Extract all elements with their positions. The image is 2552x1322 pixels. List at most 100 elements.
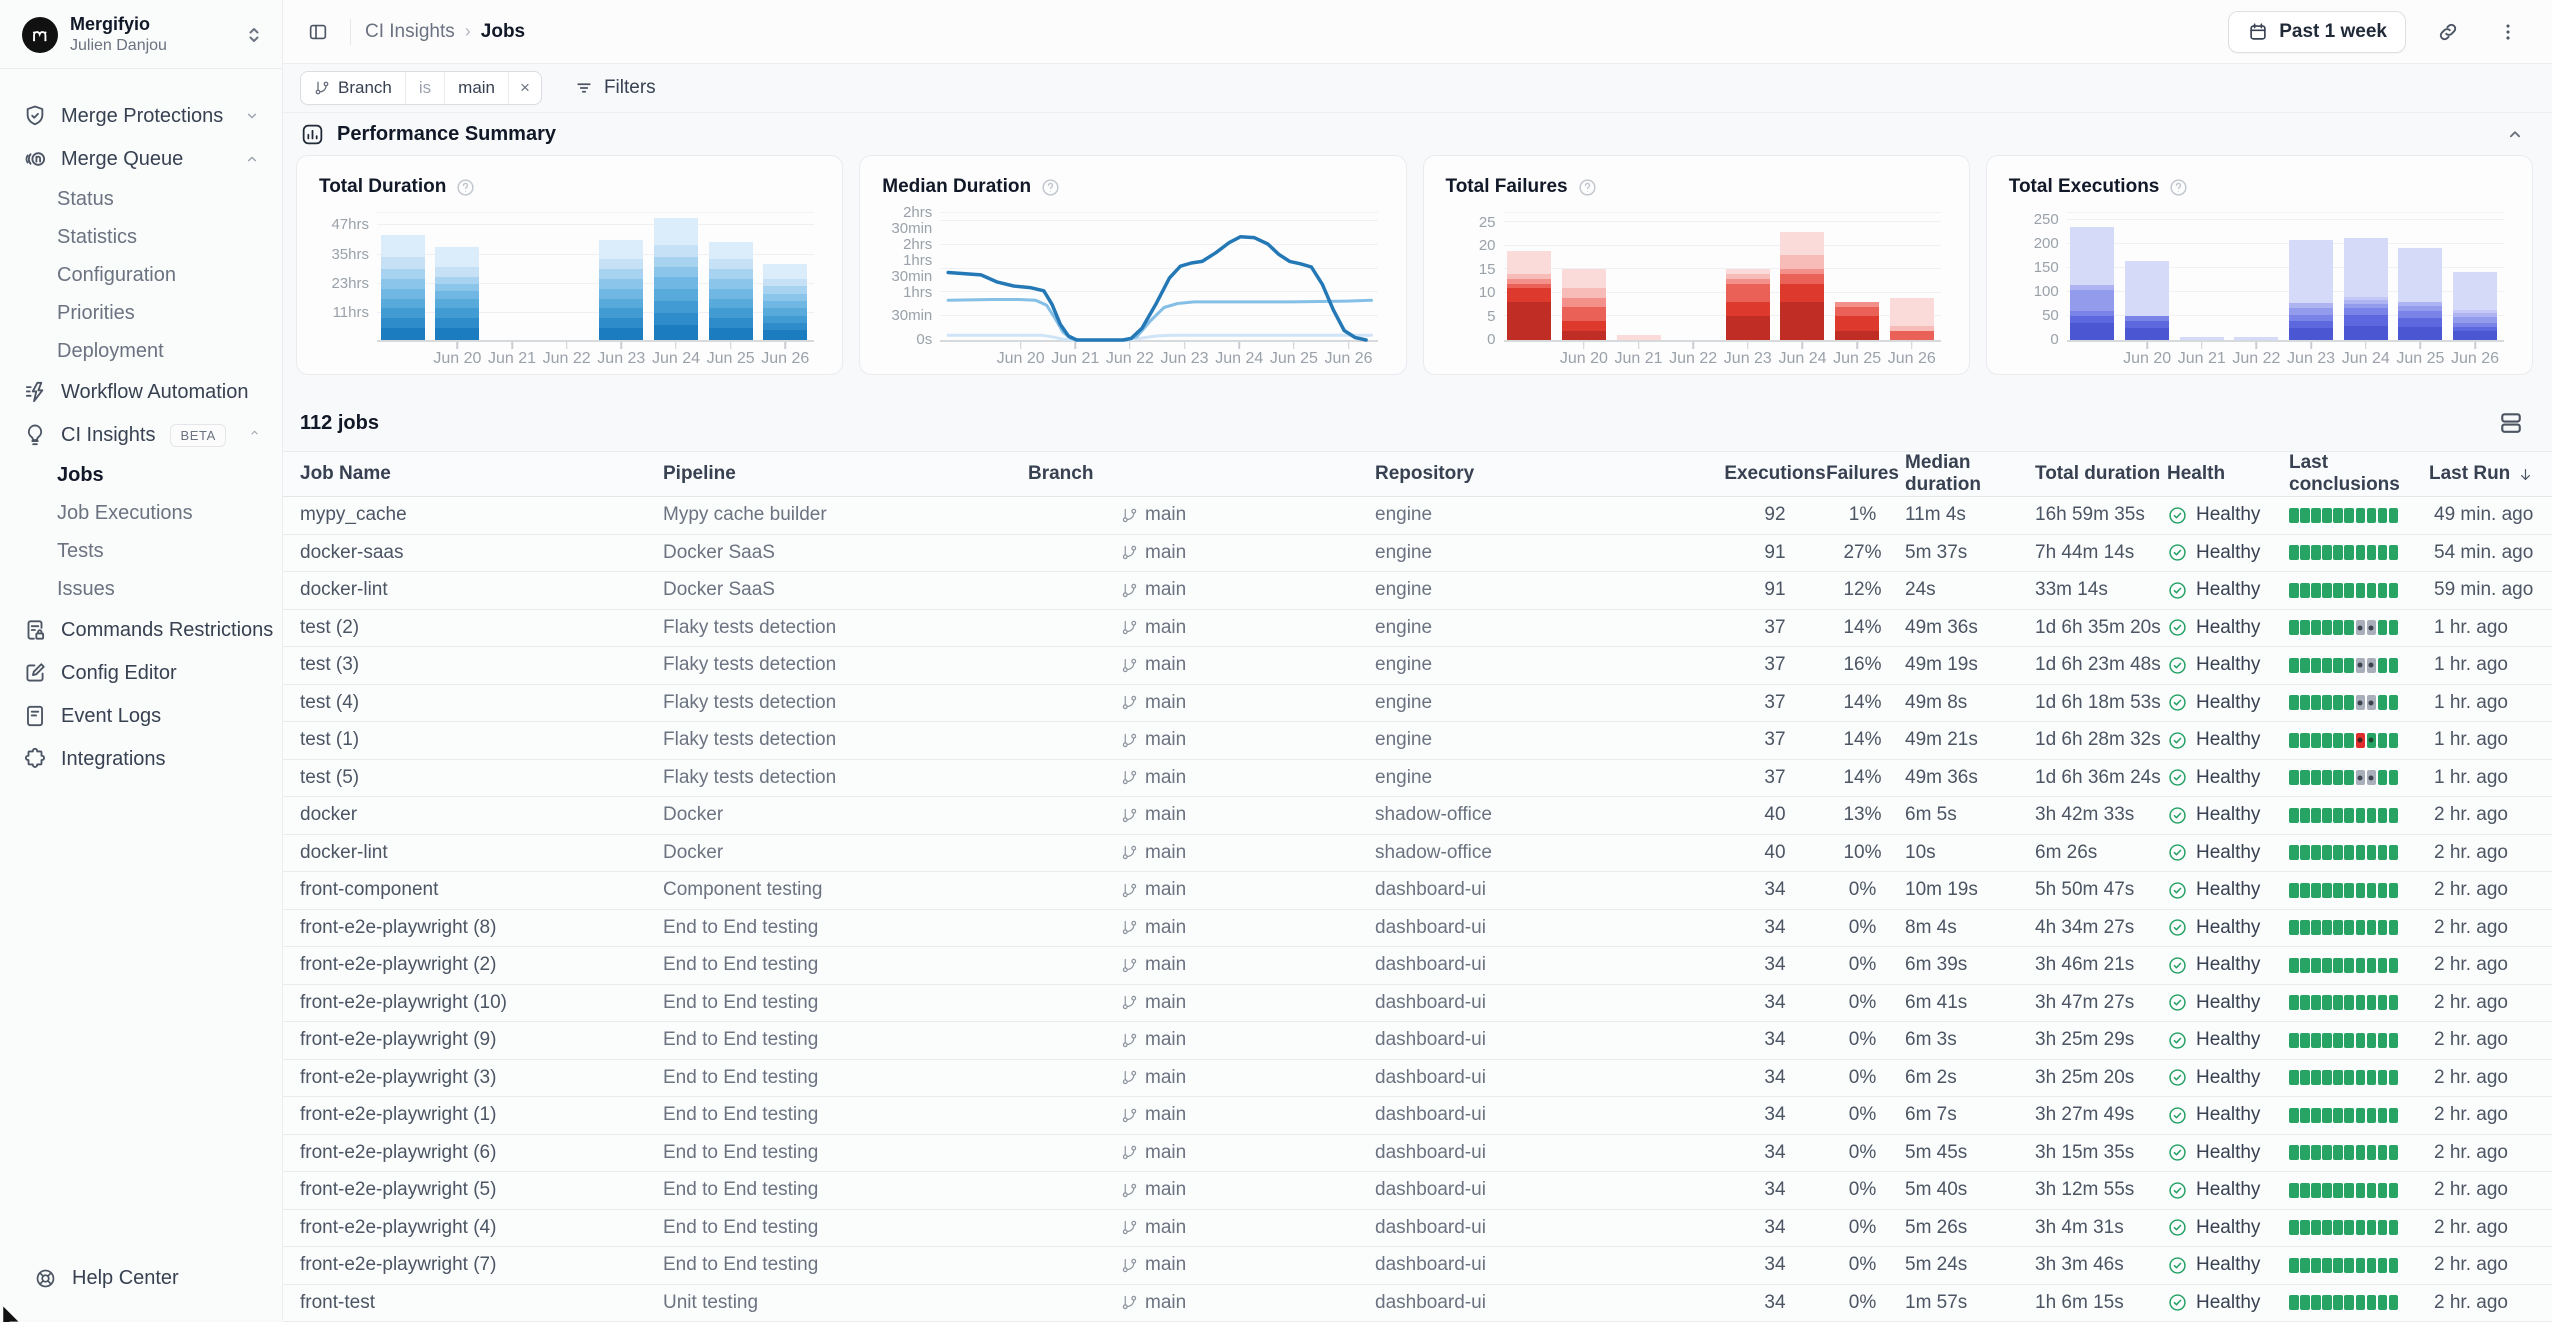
table-row[interactable]: test (1)Flaky tests detectionmainengine3… [283,722,2552,760]
job-name-cell: test (5) [300,767,663,789]
column-header-health[interactable]: Health [2167,463,2289,485]
y-axis-label: 200 [2009,236,2059,252]
failures-cell: 0% [1820,1254,1905,1276]
conclusion-success-square [2356,920,2366,935]
chart-card-title: Total Executions [2009,174,2510,200]
failures-cell: 14% [1820,729,1905,751]
conclusion-success-square [2389,770,2399,785]
filter-value[interactable]: main [445,72,509,104]
sidebar-item-event-logs[interactable]: Event Logs [0,695,282,738]
failures-cell: 16% [1820,654,1905,676]
date-range-button[interactable]: Past 1 week [2228,11,2406,53]
sidebar-item-statistics[interactable]: Statistics [0,219,282,257]
table-row[interactable]: front-e2e-playwright (2)End to End testi… [283,947,2552,985]
y-axis-label: 15 [1446,262,1496,278]
column-header-total-duration[interactable]: Total duration [2035,463,2167,485]
conclusion-success-square [2311,1033,2321,1048]
median-duration-cell: 6m 39s [1905,954,2035,976]
filter-field[interactable]: Branch [301,72,406,104]
column-header-label: Repository [1375,463,1474,485]
more-options-button[interactable] [2490,14,2526,50]
view-toggle-icon[interactable] [2496,408,2526,438]
column-header-executions[interactable]: Executions [1730,463,1820,485]
table-row[interactable]: docker-saasDocker SaaSmainengine9127%5m … [283,535,2552,573]
sidebar-collapse-button[interactable] [300,14,336,50]
conclusion-success-square [2378,1295,2388,1310]
health-cell: Healthy [2167,617,2289,639]
table-row[interactable]: docker-lintDockermainshadow-office4010%1… [283,835,2552,873]
sidebar-item-tests[interactable]: Tests [0,533,282,571]
table-row[interactable]: test (3)Flaky tests detectionmainengine3… [283,647,2552,685]
sidebar-item-priorities[interactable]: Priorities [0,295,282,333]
filter-operator[interactable]: is [406,72,445,104]
median-duration-cell: 5m 40s [1905,1179,2035,1201]
sidebar-item-status[interactable]: Status [0,181,282,219]
column-header-branch[interactable]: Branch [1028,463,1375,485]
column-header-last-run[interactable]: Last Run [2429,463,2552,485]
sidebar-item-job-executions[interactable]: Job Executions [0,495,282,533]
sidebar-item-ci-insights[interactable]: CI InsightsBETA [0,414,282,457]
column-header-failures[interactable]: Failures [1820,463,1905,485]
conclusion-success-square [2389,583,2399,598]
sidebar-item-integrations[interactable]: Integrations [0,738,282,781]
sidebar-item-merge-queue[interactable]: Merge Queue [0,138,282,181]
conclusion-success-square [2389,508,2399,523]
table-row[interactable]: front-componentComponent testingmaindash… [283,872,2552,910]
table-row[interactable]: front-e2e-playwright (3)End to End testi… [283,1060,2552,1098]
conclusion-success-square [2367,1145,2377,1160]
table-row[interactable]: front-e2e-playwright (6)End to End testi… [283,1135,2552,1173]
column-header-median-duration[interactable]: Median duration [1905,452,2035,496]
table-row[interactable]: front-e2e-playwright (8)End to End testi… [283,910,2552,948]
sidebar-item-help-center[interactable]: Help Center [0,1257,282,1300]
conclusion-success-square [2378,545,2388,560]
chevron-up-icon[interactable] [2504,123,2526,145]
column-header-last-conclusions[interactable]: Last conclusions [2289,452,2429,496]
line-chart-svg [940,213,1377,340]
job-name-cell: docker-lint [300,579,663,601]
sidebar-item-commands-restrictions[interactable]: Commands Restrictions [0,609,282,652]
x-axis-label: Jun 25 [1833,350,1881,368]
sidebar-item-configuration[interactable]: Configuration [0,257,282,295]
check-circle-icon [2167,730,2188,751]
filter-bar: Branch is main × Filters [283,64,2552,113]
table-row[interactable]: front-testUnit testingmaindashboard-ui34… [283,1285,2552,1322]
last-conclusions-cell [2289,1145,2429,1160]
executions-cell: 34 [1730,1104,1820,1126]
conclusion-failed-square [2356,733,2366,748]
filter-remove-button[interactable]: × [509,72,541,104]
sidebar-item-merge-protections[interactable]: Merge Protections [0,95,282,138]
table-row[interactable]: docker-lintDocker SaaSmainengine9112%24s… [283,572,2552,610]
table-row[interactable]: front-e2e-playwright (9)End to End testi… [283,1022,2552,1060]
sidebar-item-config-editor[interactable]: Config Editor [0,652,282,695]
conclusion-success-square [2300,1258,2310,1273]
table-row[interactable]: front-e2e-playwright (1)End to End testi… [283,1097,2552,1135]
table-row[interactable]: test (4)Flaky tests detectionmainengine3… [283,685,2552,723]
sidebar-item-deployment[interactable]: Deployment [0,333,282,371]
column-header-job-name[interactable]: Job Name [300,463,663,485]
conclusion-success-square [2333,733,2343,748]
column-header-repository[interactable]: Repository [1375,463,1730,485]
column-header-label: Pipeline [663,463,736,485]
table-row[interactable]: front-e2e-playwright (5)End to End testi… [283,1172,2552,1210]
branch-cell: main [1028,767,1375,789]
sidebar-item-workflow-automation[interactable]: Workflow Automation [0,371,282,414]
sidebar-item-issues[interactable]: Issues [0,571,282,609]
org-switcher[interactable]: Mergifyio Julien Danjou [0,0,282,68]
table-row[interactable]: dockerDockermainshadow-office4013%6m 5s3… [283,797,2552,835]
column-header-pipeline[interactable]: Pipeline [663,463,1028,485]
sidebar-item-jobs[interactable]: Jobs [0,457,282,495]
conclusion-success-square [2333,1033,2343,1048]
share-link-button[interactable] [2430,14,2466,50]
conclusion-success-square [2389,1183,2399,1198]
table-row[interactable]: test (5)Flaky tests detectionmainengine3… [283,760,2552,798]
executions-cell: 37 [1730,729,1820,751]
filters-button[interactable]: Filters [574,77,656,99]
table-row[interactable]: test (2)Flaky tests detectionmainengine3… [283,610,2552,648]
median-duration-cell: 5m 45s [1905,1142,2035,1164]
table-row[interactable]: mypy_cacheMypy cache buildermainengine92… [283,497,2552,535]
breadcrumb-ci-insights[interactable]: CI Insights [365,21,455,43]
table-row[interactable]: front-e2e-playwright (4)End to End testi… [283,1210,2552,1248]
table-row[interactable]: front-e2e-playwright (7)End to End testi… [283,1247,2552,1285]
table-row[interactable]: front-e2e-playwright (10)End to End test… [283,985,2552,1023]
branch-filter-chip[interactable]: Branch is main × [300,71,542,105]
